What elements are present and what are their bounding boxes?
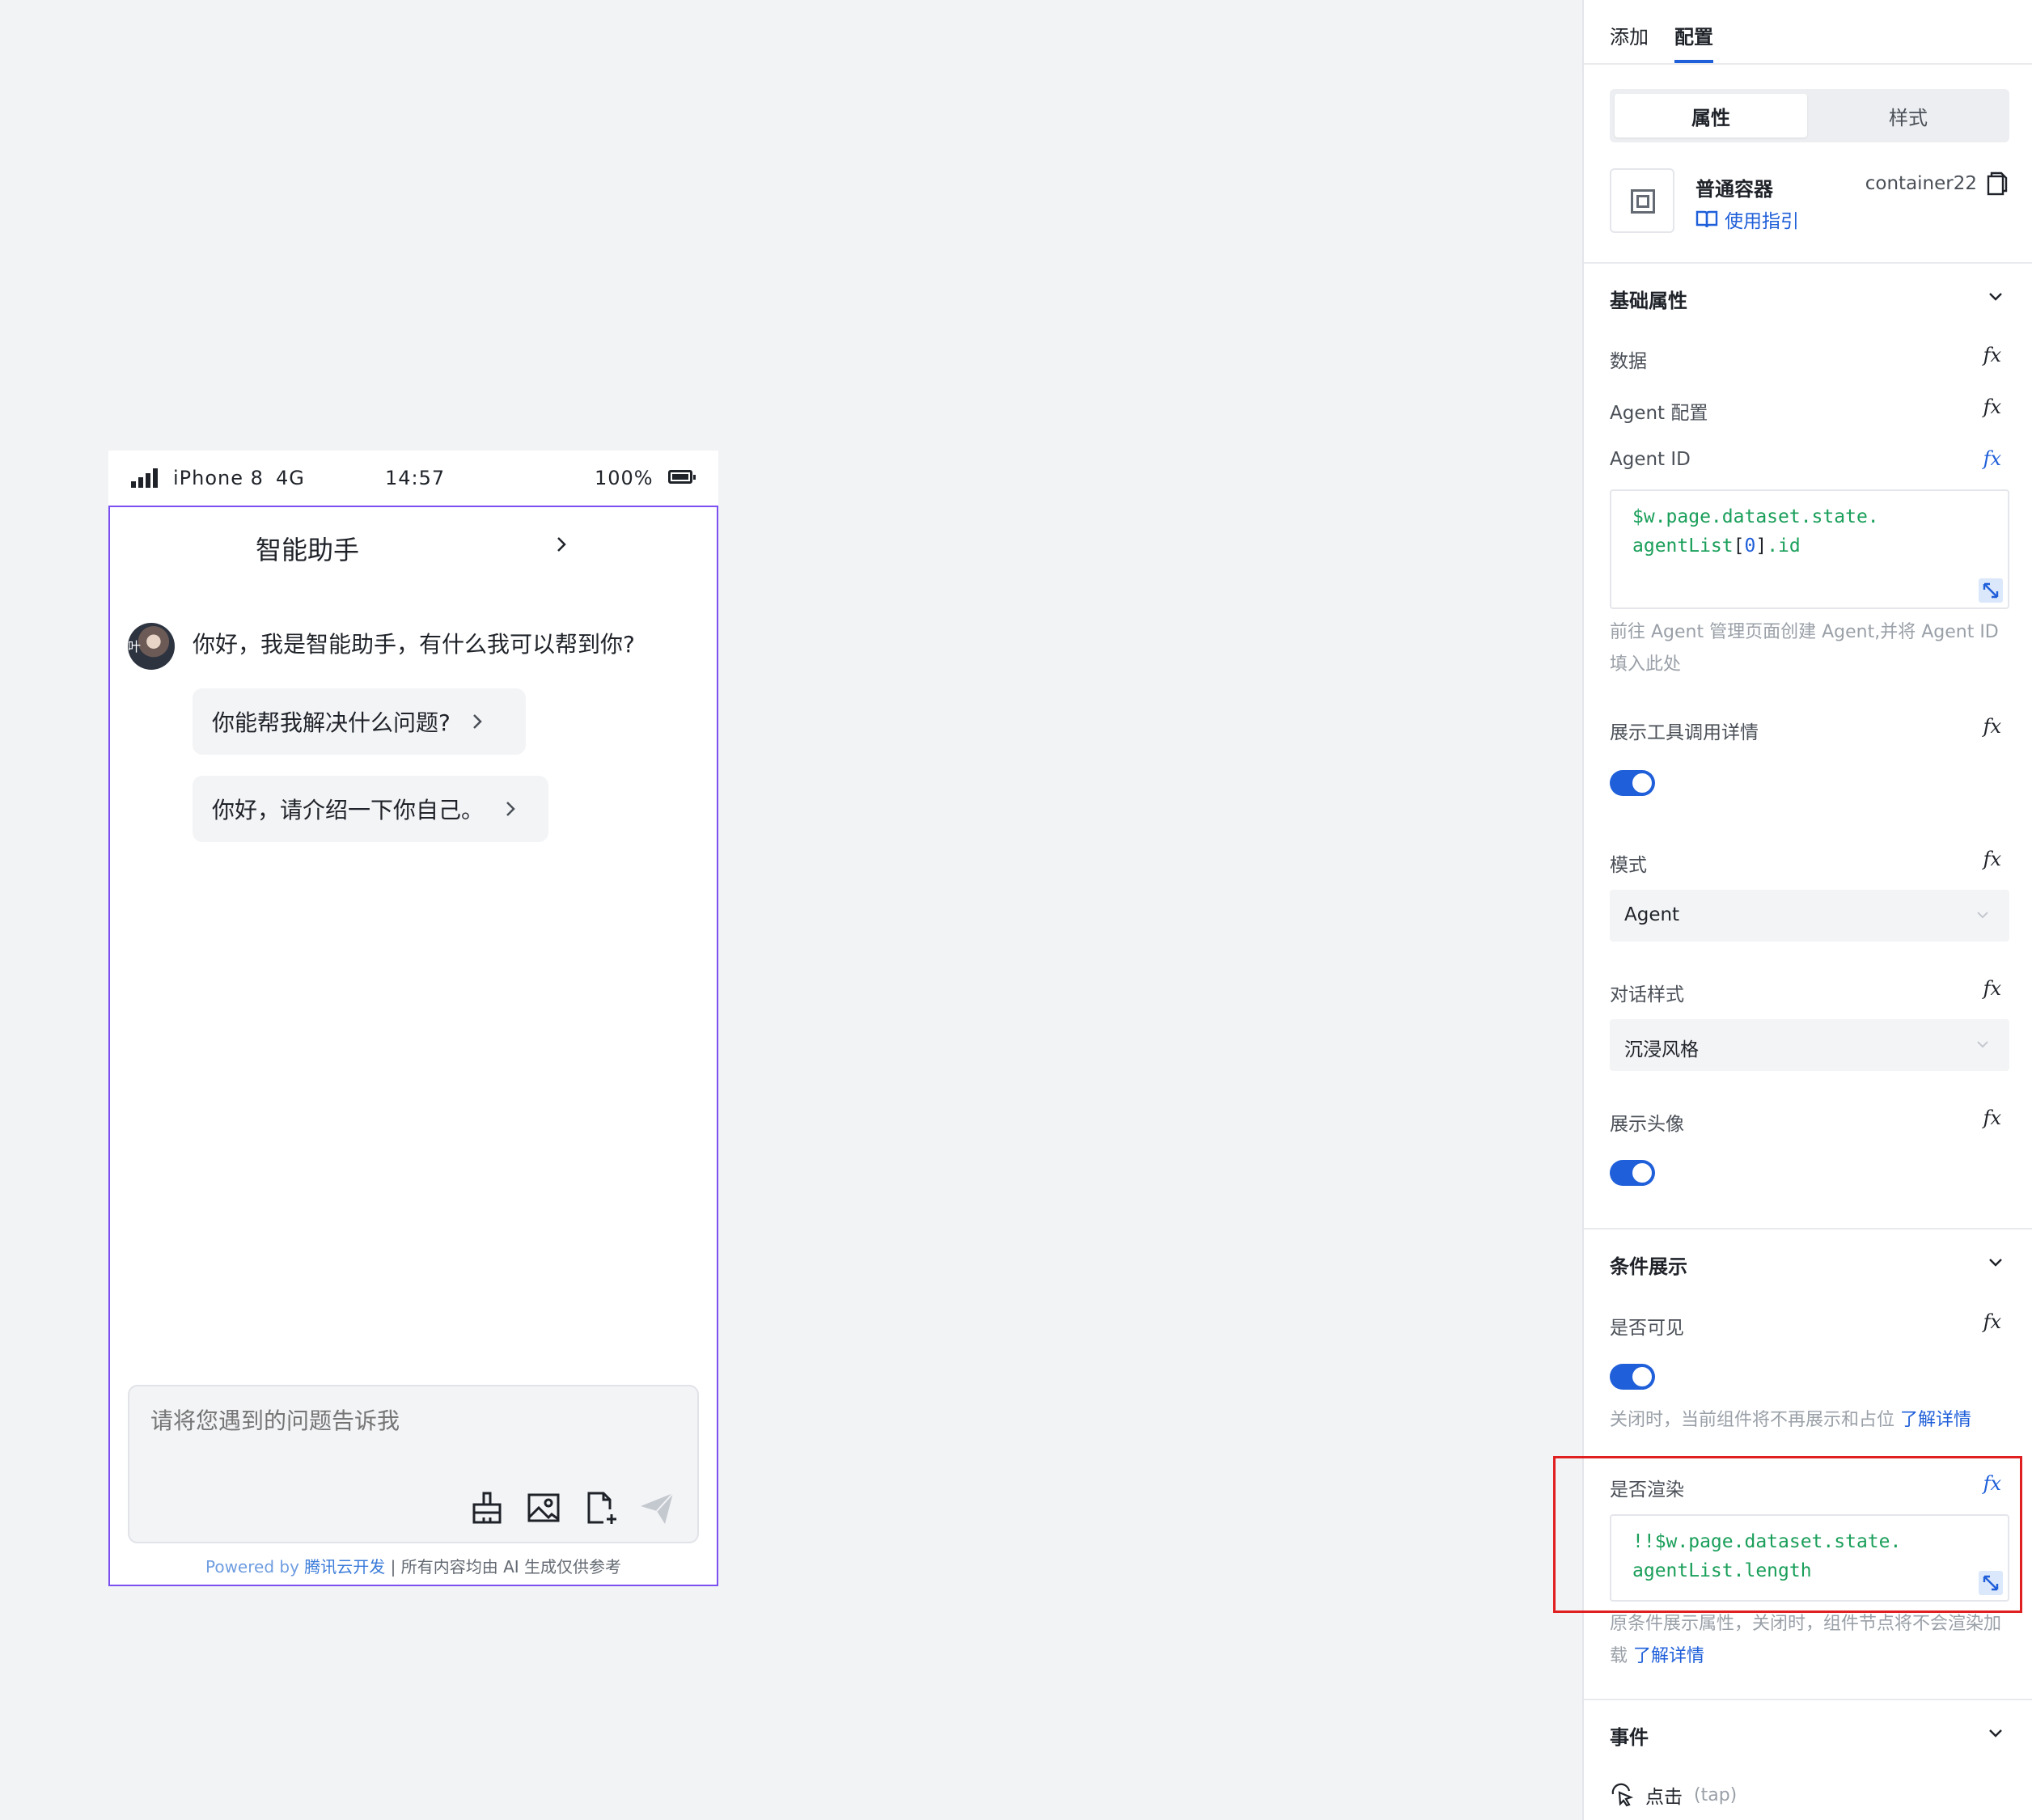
battery-percent: 100% — [595, 467, 654, 489]
fx-icon[interactable]: fx — [1983, 1310, 2001, 1333]
agent-config-label: Agent 配置 — [1610, 403, 1708, 424]
fx-icon[interactable]: fx — [1983, 396, 2001, 418]
divider — [1584, 1228, 2032, 1230]
event-tap-label: 点击 — [1645, 1787, 1683, 1808]
tab-add[interactable]: 添加 — [1610, 21, 1649, 49]
suggestion-label: 你能帮我解决什么问题? — [212, 709, 451, 736]
chevron-right-icon — [472, 714, 482, 729]
component-name: 普通容器 — [1695, 178, 1773, 201]
event-tap-sub: (tap) — [1694, 1784, 1738, 1805]
mode-label: 模式 — [1610, 855, 1647, 876]
chat-input[interactable] — [150, 1407, 676, 1434]
send-icon[interactable] — [637, 1488, 676, 1527]
show-tool-details-label: 展示工具调用详情 — [1610, 722, 1759, 743]
segment-styles[interactable]: 样式 — [1812, 94, 2004, 138]
show-tool-details-toggle[interactable] — [1610, 770, 1655, 796]
fx-icon[interactable]: fx — [1983, 977, 2001, 1000]
learn-more-link[interactable]: 了解详情 — [1900, 1410, 1971, 1430]
brush-icon[interactable] — [468, 1488, 506, 1527]
active-tab-indicator — [1674, 60, 1713, 63]
agent-id-label: Agent ID — [1610, 449, 1691, 470]
code-line: .id — [1767, 535, 1801, 557]
chevron-down-icon — [1977, 1041, 1988, 1048]
avatar-tag: 叶 — [128, 639, 142, 654]
usage-guide-link[interactable]: 使用指引 — [1695, 205, 1799, 233]
code-number: 0 — [1744, 535, 1756, 557]
device-name: iPhone 8 — [173, 467, 264, 489]
chevron-down-icon[interactable] — [1987, 1253, 2004, 1271]
agent-id-hint: 前往 Agent 管理页面创建 Agent,并将 Agent ID 填入此处 — [1610, 622, 1999, 675]
chevron-right-icon — [506, 802, 515, 816]
segment-properties[interactable]: 属性 — [1615, 94, 1807, 138]
status-time: 14:57 — [385, 467, 446, 489]
fx-icon[interactable]: fx — [1983, 848, 2001, 870]
copy-icon[interactable] — [1987, 171, 2008, 196]
show-avatar-label: 展示头像 — [1610, 1114, 1684, 1135]
section-title-condition: 条件展示 — [1610, 1255, 1687, 1278]
signal-icon — [131, 468, 159, 488]
event-tap[interactable]: 点击 (tap) — [1610, 1781, 1737, 1809]
chevron-down-icon[interactable] — [1987, 287, 2004, 305]
suggestion-item[interactable]: 你好，请介绍一下你自己。 — [193, 776, 548, 842]
agent-id-code-editor[interactable]: $w.page.dataset.state. agentList[0].id — [1610, 489, 2009, 609]
visible-toggle[interactable] — [1610, 1364, 1655, 1390]
mode-select[interactable]: Agent — [1610, 890, 2009, 942]
chevron-down-icon — [1977, 912, 1988, 919]
dialog-style-select[interactable]: 沉浸风格 — [1610, 1019, 2009, 1071]
render-hint: 原条件展示属性，关闭时，组件节点将不会渲染加载 了解详情 — [1610, 1608, 2014, 1673]
chat-title: 智能助手 — [256, 535, 360, 565]
visible-hint-text: 关闭时，当前组件将不再展示和占位 — [1610, 1410, 1895, 1430]
show-avatar-toggle[interactable] — [1610, 1160, 1655, 1186]
suggestion-label: 你好，请介绍一下你自己。 — [212, 797, 485, 823]
brand-link[interactable]: 腾讯云开发 — [304, 1557, 385, 1577]
footer-note: 所有内容均由 AI 生成仅供参考 — [400, 1557, 622, 1577]
dialog-style-label: 对话样式 — [1610, 984, 1684, 1005]
chat-container[interactable]: 智能助手 叶 你好，我是智能助手，有什么我可以帮到你? 你能帮我解决什么问题? … — [108, 506, 718, 1586]
usage-guide-label: 使用指引 — [1725, 211, 1799, 232]
section-title-basic: 基础属性 — [1610, 290, 1687, 312]
component-id: container22 — [1865, 173, 1977, 194]
greeting-message: 你好，我是智能助手，有什么我可以帮到你? — [193, 631, 635, 658]
avatar: 叶 — [128, 623, 175, 670]
fx-icon[interactable]: fx — [1983, 344, 2001, 366]
suggestion-item[interactable]: 你能帮我解决什么问题? — [193, 688, 526, 755]
code-bracket: [ — [1733, 535, 1745, 557]
panel-tabs: 添加 配置 — [1584, 0, 2032, 65]
divider — [1584, 1699, 2032, 1700]
visible-hint: 关闭时，当前组件将不再展示和占位 了解详情 — [1610, 1404, 2014, 1437]
chevron-down-icon[interactable] — [1987, 1724, 2004, 1742]
file-add-icon[interactable] — [581, 1488, 620, 1527]
learn-more-link[interactable]: 了解详情 — [1633, 1646, 1704, 1666]
battery-icon — [668, 470, 696, 484]
footer-separator: | — [385, 1557, 401, 1577]
section-title-events: 事件 — [1610, 1726, 1649, 1749]
visible-label: 是否可见 — [1610, 1318, 1684, 1339]
fx-icon[interactable]: fx — [1983, 447, 2001, 470]
segment-control: 属性 样式 — [1610, 89, 2009, 142]
fx-icon[interactable]: fx — [1983, 1107, 2001, 1129]
chevron-right-icon[interactable] — [552, 535, 571, 554]
dialog-style-value: 沉浸风格 — [1624, 1039, 1699, 1060]
divider — [1584, 262, 2032, 264]
data-label: 数据 — [1610, 351, 1647, 372]
powered-footer: Powered by 腾讯云开发 | 所有内容均由 AI 生成仅供参考 — [110, 1554, 717, 1577]
book-icon — [1695, 210, 1718, 228]
expand-icon[interactable] — [1979, 578, 2003, 603]
container-icon — [1610, 168, 1674, 233]
image-icon[interactable] — [524, 1488, 563, 1527]
tap-icon — [1611, 1783, 1634, 1807]
mode-value: Agent — [1624, 904, 1680, 925]
code-bracket: ] — [1755, 535, 1767, 557]
network-type: 4G — [276, 467, 305, 489]
highlight-box — [1553, 1456, 2022, 1613]
chat-input-box[interactable] — [128, 1385, 699, 1543]
phone-status-bar: iPhone 8 4G 14:57 100% — [108, 451, 718, 506]
code-line: agentList — [1632, 535, 1734, 557]
fx-icon[interactable]: fx — [1983, 715, 2001, 738]
tab-config[interactable]: 配置 — [1674, 21, 1713, 49]
powered-prefix: Powered by — [205, 1557, 299, 1577]
code-line: $w.page.dataset.state. — [1632, 506, 1879, 527]
